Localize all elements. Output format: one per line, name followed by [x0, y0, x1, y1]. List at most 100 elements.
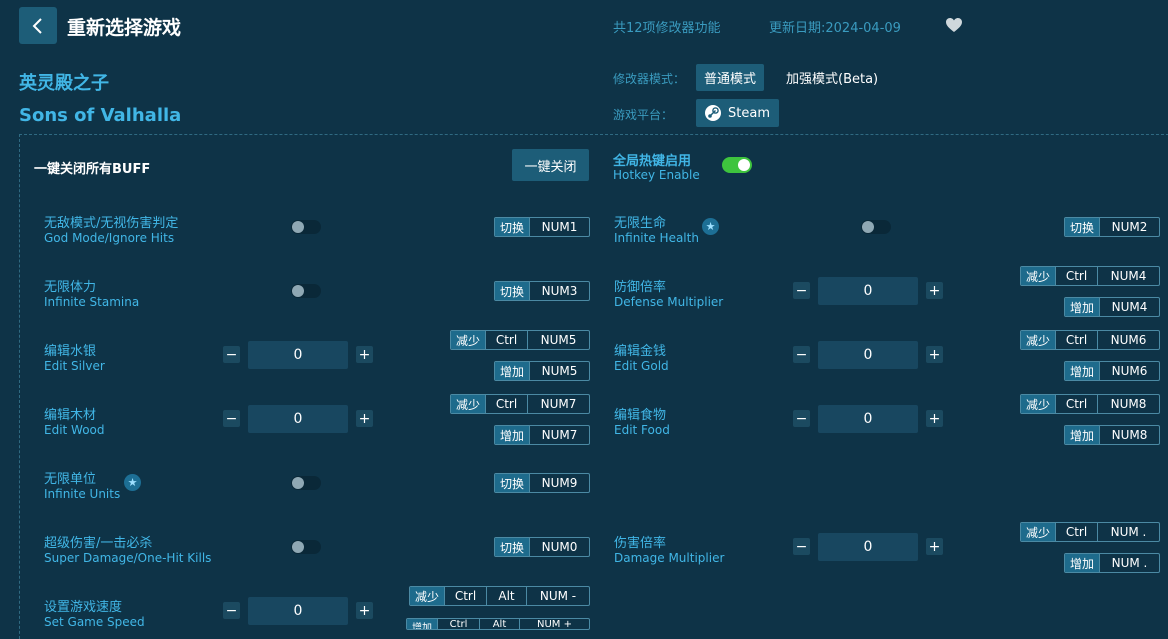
edit-silver-increase-button[interactable]: +	[356, 346, 373, 363]
defense-mult-increase-button[interactable]: +	[926, 282, 943, 299]
edit-gold-decrease-button[interactable]: −	[793, 346, 810, 363]
hotkey-label-cn: 全局热键启用	[613, 154, 692, 169]
edit-wood-inc-hotkey[interactable]: 增加 NUM7	[494, 425, 590, 445]
hotkey-key: NUM7	[527, 395, 589, 413]
hotkey-key: NUM9	[529, 474, 589, 492]
damage-mult-increase-button[interactable]: +	[926, 538, 943, 555]
hotkey-modifier: Ctrl	[444, 587, 486, 605]
hotkey-key: NUM6	[1097, 331, 1159, 349]
infinite-health-toggle[interactable]	[861, 220, 891, 234]
edit-silver-dec-hotkey[interactable]: 减少 Ctrl NUM5	[450, 330, 590, 350]
enhanced-mode-button[interactable]: 加强模式(Beta)	[778, 64, 886, 91]
edit-food-inc-hotkey[interactable]: 增加 NUM8	[1064, 425, 1160, 445]
edit-wood-increase-button[interactable]: +	[356, 410, 373, 427]
edit-wood-decrease-button[interactable]: −	[223, 410, 240, 427]
edit-food-label-cn: 编辑食物	[614, 408, 667, 423]
game-speed-decrease-button[interactable]: −	[223, 602, 240, 619]
damage-mult-decrease-button[interactable]: −	[793, 538, 810, 555]
super-damage-hotkey[interactable]: 切换 NUM0	[494, 537, 590, 557]
hotkey-action: 增加	[495, 426, 530, 444]
hotkey-action: 切换	[495, 538, 530, 556]
defense-mult-input[interactable]: 0	[818, 277, 918, 305]
hotkey-action: 减少	[451, 331, 486, 349]
game-speed-dec-hotkey[interactable]: 减少 Ctrl Alt NUM -	[409, 586, 590, 606]
hotkey-key: NUM6	[1099, 362, 1159, 380]
hotkey-action: 切换	[495, 474, 530, 492]
game-speed-inc-hotkey[interactable]: 增加 Ctrl Alt NUM +	[406, 618, 590, 630]
infinite-health-label-en: Infinite Health	[614, 231, 699, 245]
god-mode-hotkey[interactable]: 切换 NUM1	[494, 217, 590, 237]
steam-platform-button[interactable]: Steam	[696, 99, 779, 127]
edit-silver-inc-hotkey[interactable]: 增加 NUM5	[494, 361, 590, 381]
hotkey-key: NUM +	[519, 619, 589, 629]
close-all-button[interactable]: 一键关闭	[512, 149, 589, 181]
infinite-units-label-cn: 无限单位	[44, 472, 97, 487]
damage-mult-input[interactable]: 0	[818, 533, 918, 561]
hotkey-key: NUM -	[526, 587, 589, 605]
hotkey-key: NUM4	[1099, 298, 1159, 316]
hotkey-key: NUM5	[529, 362, 589, 380]
hotkey-key: NUM4	[1097, 267, 1159, 285]
infinite-stamina-label-cn: 无限体力	[44, 280, 97, 295]
heart-icon[interactable]	[945, 17, 963, 33]
hotkey-action: 减少	[1021, 267, 1056, 285]
edit-food-dec-hotkey[interactable]: 减少 Ctrl NUM8	[1020, 394, 1160, 414]
game-speed-input[interactable]: 0	[248, 597, 348, 625]
defense-mult-decrease-button[interactable]: −	[793, 282, 810, 299]
infinite-health-hotkey[interactable]: 切换 NUM2	[1064, 217, 1160, 237]
infinite-stamina-toggle[interactable]	[291, 284, 321, 298]
damage-mult-inc-hotkey[interactable]: 增加 NUM .	[1064, 553, 1160, 573]
steam-icon	[705, 105, 721, 121]
hotkey-action: 增加	[1065, 426, 1100, 444]
hotkey-action: 减少	[1021, 395, 1056, 413]
hotkey-action: 切换	[495, 282, 530, 300]
edit-food-increase-button[interactable]: +	[926, 410, 943, 427]
hotkey-key: NUM2	[1099, 218, 1159, 236]
hotkey-action: 减少	[451, 395, 486, 413]
hotkey-action: 增加	[407, 619, 437, 629]
hotkey-action: 切换	[495, 218, 530, 236]
page-title: 重新选择游戏	[67, 17, 182, 39]
edit-silver-label-en: Edit Silver	[44, 359, 105, 373]
star-icon: ★	[702, 218, 719, 235]
hotkey-modifier-2: Alt	[479, 619, 519, 629]
hotkey-action: 增加	[1065, 362, 1100, 380]
defense-mult-dec-hotkey[interactable]: 减少 Ctrl NUM4	[1020, 266, 1160, 286]
edit-wood-dec-hotkey[interactable]: 减少 Ctrl NUM7	[450, 394, 590, 414]
hotkey-key: NUM8	[1099, 426, 1159, 444]
damage-mult-dec-hotkey[interactable]: 减少 Ctrl NUM .	[1020, 522, 1160, 542]
edit-food-decrease-button[interactable]: −	[793, 410, 810, 427]
edit-food-input[interactable]: 0	[818, 405, 918, 433]
hotkey-key: NUM1	[529, 218, 589, 236]
super-damage-toggle[interactable]	[291, 540, 321, 554]
edit-silver-decrease-button[interactable]: −	[223, 346, 240, 363]
defense-mult-label-cn: 防御倍率	[614, 280, 667, 295]
hotkey-modifier-2: Alt	[486, 587, 526, 605]
update-date: 更新日期:2024-04-09	[769, 21, 901, 36]
hotkey-label-en: Hotkey Enable	[613, 168, 700, 182]
hotkey-toggle[interactable]	[722, 157, 752, 173]
back-button[interactable]	[19, 7, 57, 44]
edit-gold-inc-hotkey[interactable]: 增加 NUM6	[1064, 361, 1160, 381]
god-mode-label-cn: 无敌模式/无视伤害判定	[44, 216, 179, 231]
edit-gold-label-en: Edit Gold	[614, 359, 669, 373]
god-mode-toggle[interactable]	[291, 220, 321, 234]
hotkey-key: NUM3	[529, 282, 589, 300]
game-speed-label-en: Set Game Speed	[44, 615, 145, 629]
game-speed-increase-button[interactable]: +	[356, 602, 373, 619]
edit-gold-input[interactable]: 0	[818, 341, 918, 369]
edit-gold-increase-button[interactable]: +	[926, 346, 943, 363]
infinite-units-hotkey[interactable]: 切换 NUM9	[494, 473, 590, 493]
defense-mult-inc-hotkey[interactable]: 增加 NUM4	[1064, 297, 1160, 317]
hotkey-key: NUM5	[527, 331, 589, 349]
edit-wood-input[interactable]: 0	[248, 405, 348, 433]
platform-name: Steam	[728, 105, 770, 121]
hotkey-modifier: Ctrl	[1055, 331, 1097, 349]
hotkey-action: 增加	[495, 362, 530, 380]
edit-silver-input[interactable]: 0	[248, 341, 348, 369]
edit-gold-dec-hotkey[interactable]: 减少 Ctrl NUM6	[1020, 330, 1160, 350]
hotkey-modifier: Ctrl	[1055, 267, 1097, 285]
infinite-units-toggle[interactable]	[291, 476, 321, 490]
normal-mode-button[interactable]: 普通模式	[696, 64, 765, 91]
infinite-stamina-hotkey[interactable]: 切换 NUM3	[494, 281, 590, 301]
